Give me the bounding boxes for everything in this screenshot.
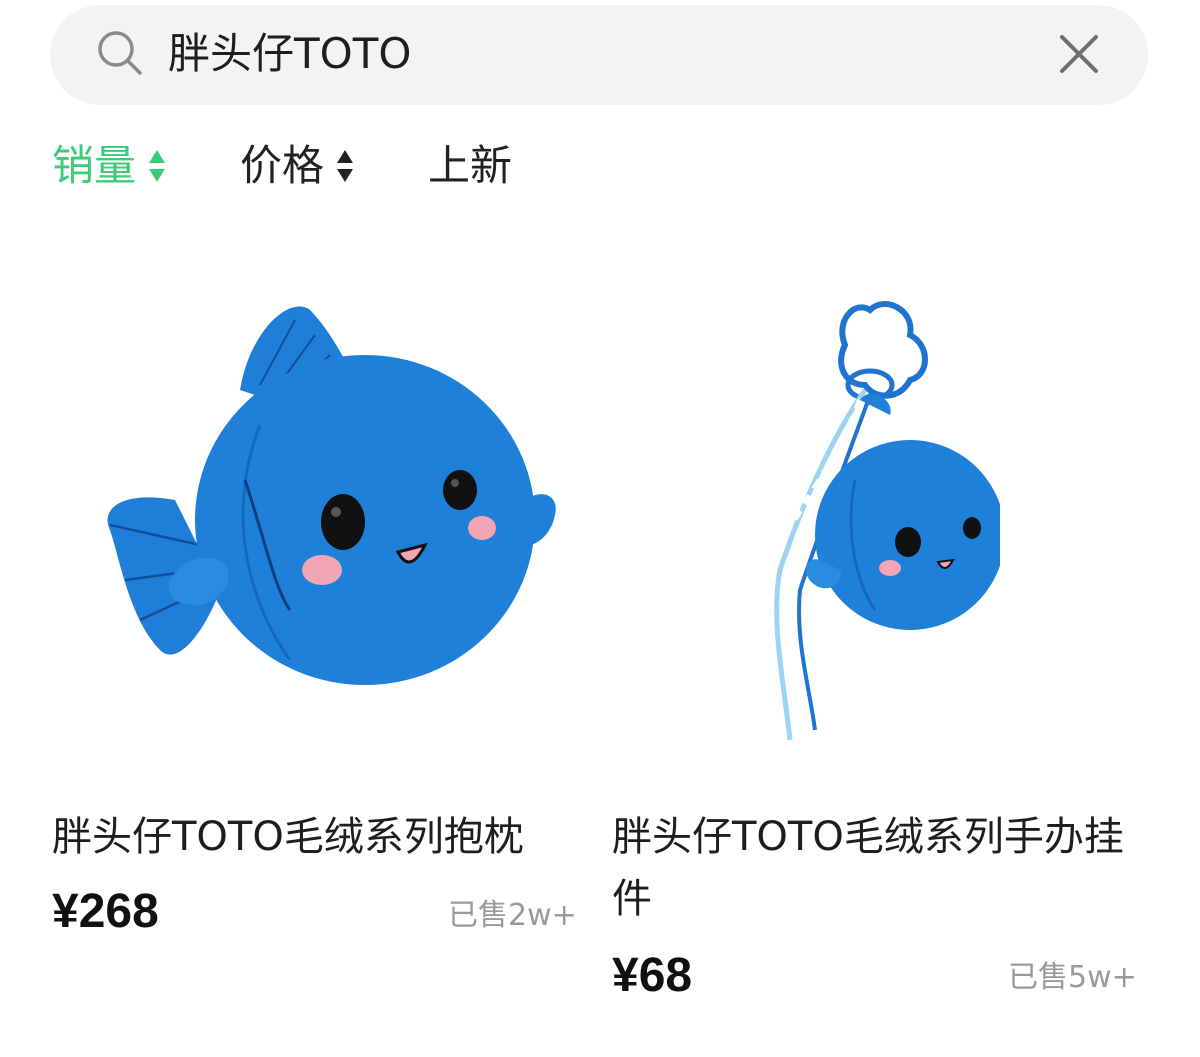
sort-new-label: 上新 xyxy=(428,141,513,190)
sort-arrows-icon xyxy=(149,150,166,182)
sort-by-sales[interactable]: 销量 xyxy=(52,138,166,194)
product-price: ¥268 xyxy=(52,885,159,938)
sort-arrows-icon xyxy=(337,150,354,182)
search-input[interactable]: 胖头仔TOTO xyxy=(168,28,411,80)
sort-sales-label: 销量 xyxy=(52,141,137,190)
product-sold-count: 已售2w+ xyxy=(448,898,577,933)
search-icon xyxy=(98,31,142,75)
close-icon[interactable] xyxy=(1058,33,1100,75)
product-image-plush-keychain[interactable] xyxy=(760,290,1000,750)
product-title[interactable]: 胖头仔TOTO毛绒系列手办挂件 xyxy=(612,806,1152,930)
sort-price-label: 价格 xyxy=(240,141,325,190)
product-image-plush-pillow[interactable] xyxy=(100,290,570,710)
product-price: ¥68 xyxy=(612,949,693,1002)
sort-by-new[interactable]: 上新 xyxy=(428,138,512,194)
product-title[interactable]: 胖头仔TOTO毛绒系列抱枕 xyxy=(52,806,592,868)
sort-by-price[interactable]: 价格 xyxy=(240,138,354,194)
product-sold-count: 已售5w+ xyxy=(1008,960,1137,995)
